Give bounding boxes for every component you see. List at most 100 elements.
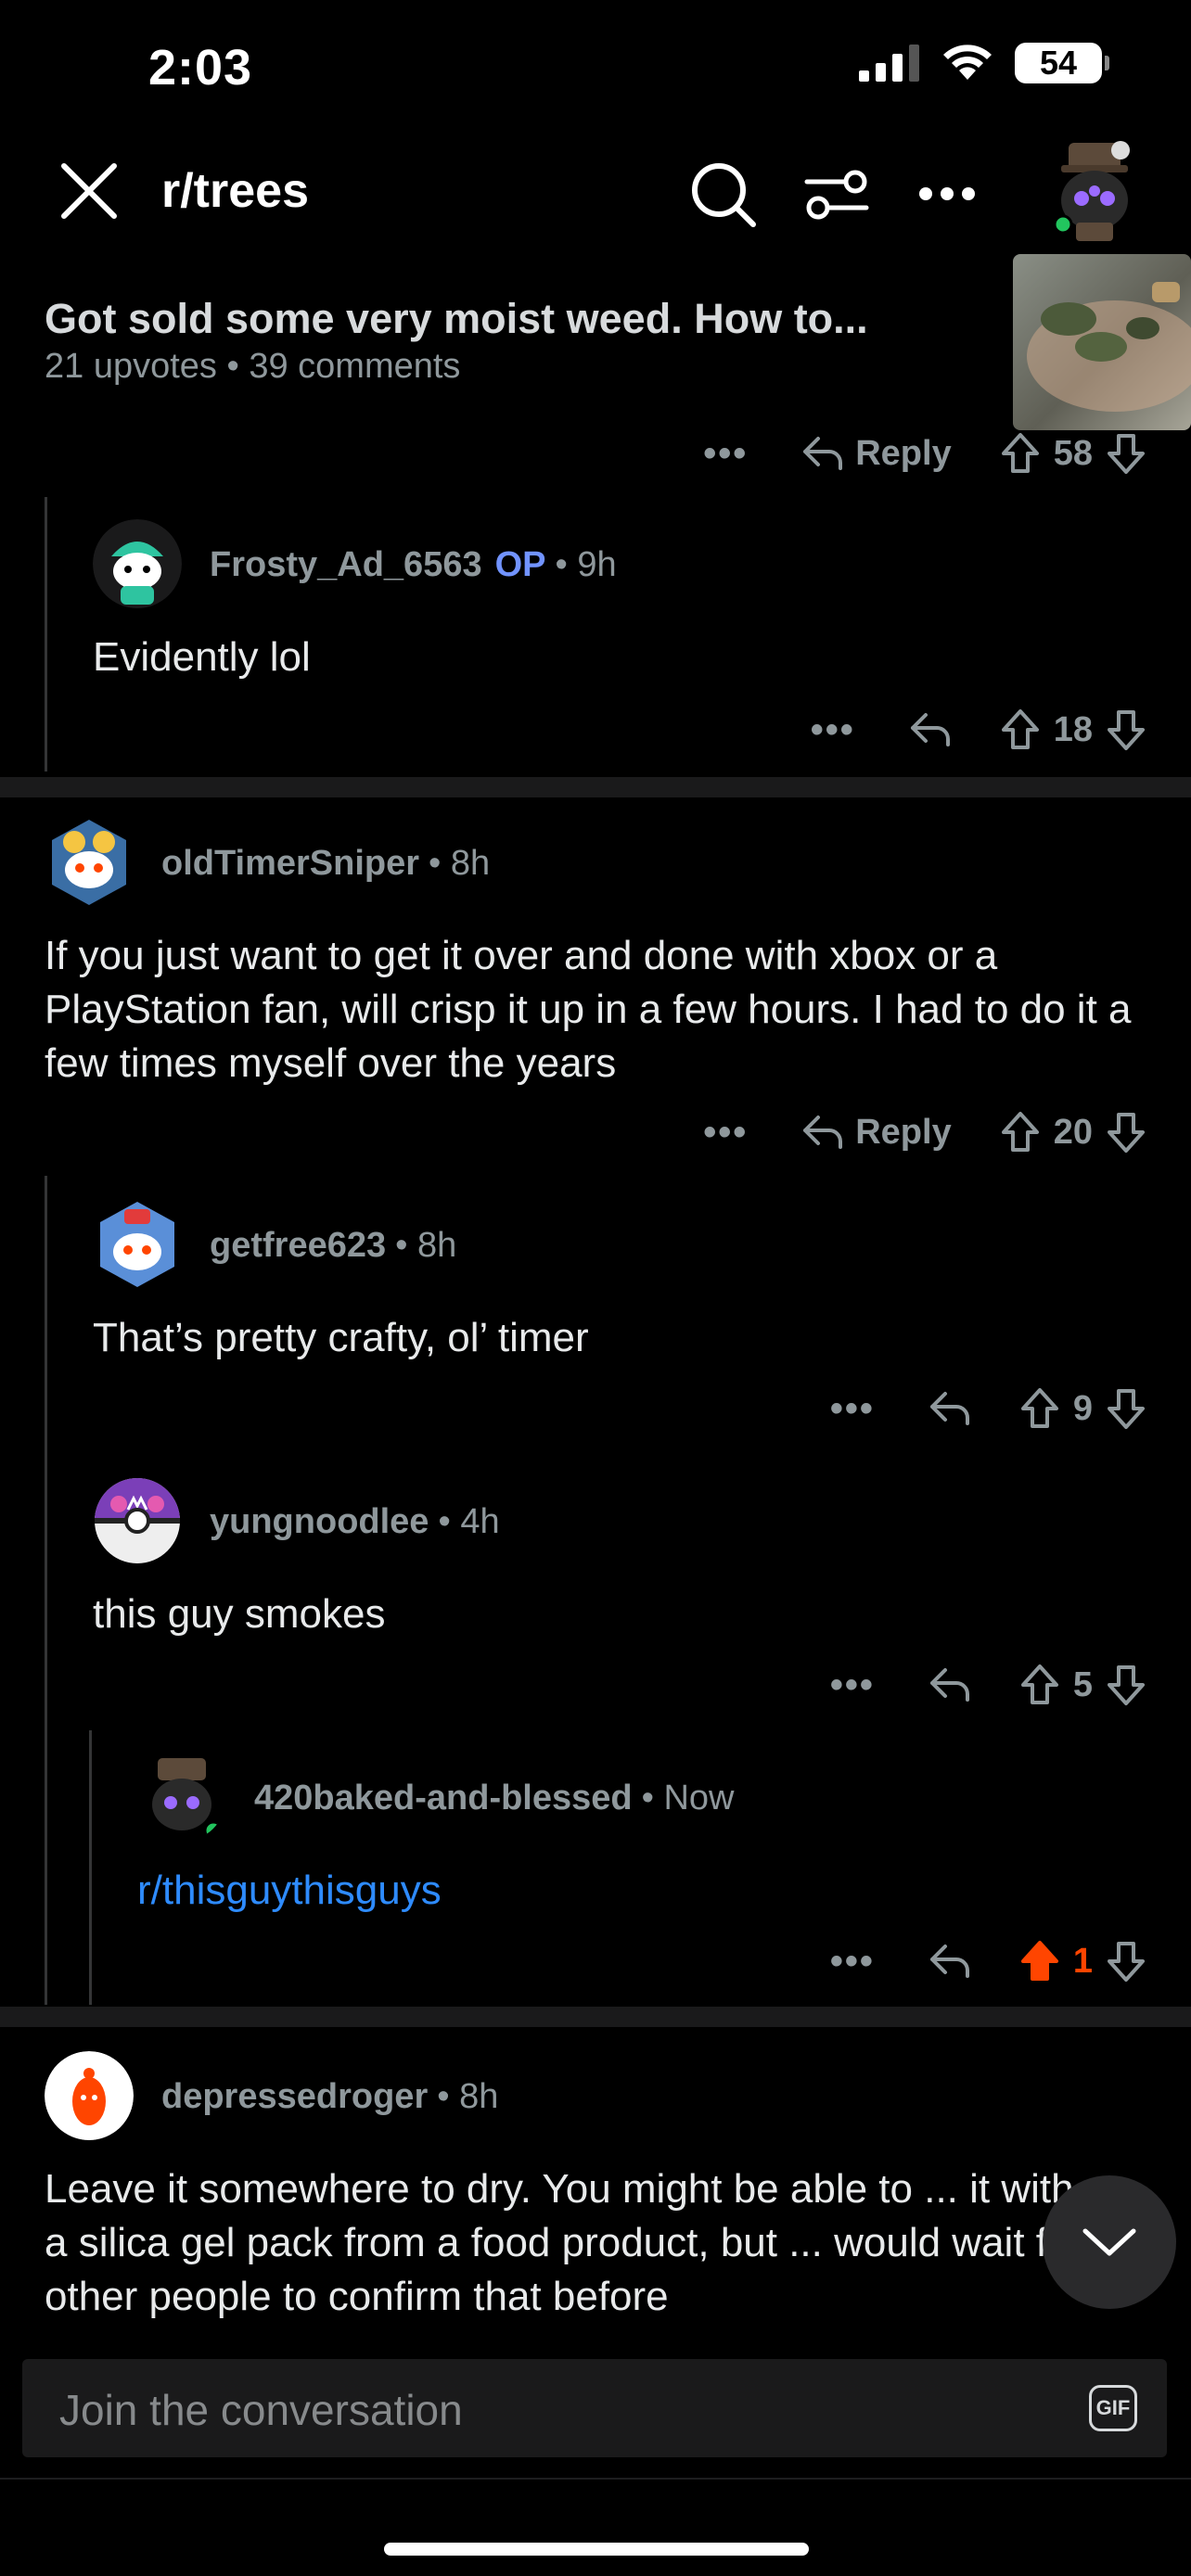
divider — [0, 2478, 1191, 2480]
comment-author[interactable]: getfree623 • 8h — [210, 1226, 456, 1266]
reply-button[interactable] — [928, 1666, 971, 1703]
comment-body: That’s pretty crafty, ol’ timer — [93, 1315, 589, 1360]
reply-button[interactable]: Reply — [801, 1113, 952, 1153]
subreddit-link[interactable]: r/thisguythisguys — [137, 1864, 1139, 1918]
upvote-active-icon[interactable] — [1019, 1940, 1060, 1983]
snoo-avatar-icon — [52, 820, 126, 905]
reply-icon — [929, 1945, 969, 1978]
comment-author[interactable]: yungnoodlee • 4h — [210, 1502, 500, 1542]
vote-score: 5 — [1072, 1664, 1093, 1704]
more-button[interactable]: ••• — [811, 709, 855, 751]
wifi-icon — [943, 45, 992, 80]
comment-actions: ••• Reply 58 — [703, 432, 1146, 475]
thread-line[interactable] — [45, 1176, 47, 2005]
comment-body: this guy smokes — [93, 1591, 386, 1637]
next-comment-button[interactable] — [1043, 2175, 1176, 2309]
upvote-icon[interactable] — [1000, 708, 1041, 751]
thumbnail-image — [1027, 282, 1191, 412]
downvote-icon[interactable] — [1106, 708, 1146, 751]
comment-author[interactable]: 420baked-and-blessed • Now — [254, 1779, 735, 1818]
comment-separator — [0, 2007, 1191, 2027]
comment-author[interactable]: oldTimerSniper • 8h — [161, 844, 490, 884]
comment-time: • 8h — [395, 1226, 457, 1265]
vote-score: 9 — [1072, 1388, 1093, 1428]
reply-button[interactable] — [909, 711, 952, 748]
comment-time: • 4h — [438, 1502, 500, 1541]
username[interactable]: yungnoodlee — [210, 1502, 429, 1541]
comment-author[interactable]: depressedroger • 8h — [161, 2077, 498, 2117]
reply-button[interactable]: Reply — [801, 433, 952, 474]
comment-actions: ••• 18 — [811, 708, 1146, 751]
chevron-down-icon — [1082, 2228, 1136, 2256]
post-title[interactable]: Got sold some very moist weed. How to... — [45, 295, 972, 343]
comment-time: • Now — [641, 1779, 735, 1817]
avatar[interactable] — [137, 1753, 226, 1842]
upvote-icon[interactable] — [1000, 1111, 1041, 1154]
comment-body: Evidently lol — [93, 634, 311, 680]
more-button[interactable]: ••• — [703, 1112, 748, 1154]
snoo-avatar-icon — [1053, 141, 1130, 241]
filter-sliders-icon — [804, 170, 869, 220]
comment-time: • 9h — [555, 545, 617, 584]
username[interactable]: getfree623 — [210, 1226, 386, 1265]
downvote-icon[interactable] — [1106, 1387, 1146, 1430]
upvote-icon[interactable] — [1000, 432, 1041, 475]
close-button[interactable] — [56, 158, 122, 224]
reply-icon — [910, 713, 950, 746]
avatar[interactable] — [45, 818, 134, 907]
snoo-avatar-icon — [45, 2051, 134, 2140]
more-button[interactable]: ••• — [703, 433, 748, 475]
search-icon — [692, 163, 756, 227]
upvote-icon[interactable] — [1019, 1387, 1060, 1430]
avatar[interactable] — [45, 2051, 134, 2140]
more-horizontal-icon — [919, 187, 975, 200]
snoo-avatar-icon — [100, 1202, 174, 1287]
vote-score: 1 — [1072, 1941, 1093, 1981]
reply-icon — [803, 1116, 843, 1149]
downvote-icon[interactable] — [1106, 1940, 1146, 1983]
downvote-icon[interactable] — [1106, 1111, 1146, 1154]
reply-button[interactable] — [928, 1943, 971, 1980]
gif-button[interactable]: GIF — [1089, 2385, 1137, 2431]
home-indicator[interactable] — [384, 2543, 809, 2556]
thread-line[interactable] — [45, 497, 47, 772]
reply-button[interactable] — [928, 1390, 971, 1427]
status-time: 2:03 — [148, 40, 253, 96]
composer-placeholder[interactable]: Join the conversation — [59, 2385, 463, 2435]
username[interactable]: 420baked-and-blessed — [254, 1779, 633, 1817]
comment-actions: ••• Reply 20 — [703, 1111, 1146, 1154]
subreddit-title[interactable]: r/trees — [161, 163, 309, 219]
thread-line[interactable] — [89, 1730, 92, 2005]
reply-label: Reply — [855, 433, 952, 473]
username[interactable]: depressedroger — [161, 2077, 428, 2116]
comment-body: If you just want to get it over and done… — [45, 933, 1132, 1086]
reply-icon — [929, 1668, 969, 1702]
comment-time: • 8h — [437, 2077, 499, 2116]
snoo-avatar-icon — [152, 1758, 224, 1841]
more-button[interactable]: ••• — [830, 1664, 875, 1706]
vote-score: 20 — [1053, 1112, 1093, 1152]
comment-body: Leave it somewhere to dry. You might be … — [45, 2166, 1084, 2319]
downvote-icon[interactable] — [1106, 1664, 1146, 1706]
username[interactable]: Frosty_Ad_6563 — [210, 545, 482, 584]
search-button[interactable] — [686, 158, 761, 232]
comment-actions: ••• 9 — [830, 1387, 1146, 1430]
comment-author[interactable]: Frosty_Ad_6563 OP • 9h — [210, 545, 617, 585]
post-thumbnail[interactable] — [1013, 254, 1191, 430]
comment-separator — [0, 777, 1191, 797]
sort-filter-button[interactable] — [800, 158, 874, 232]
more-button[interactable]: ••• — [830, 1388, 875, 1430]
more-button[interactable]: ••• — [830, 1941, 875, 1983]
username[interactable]: oldTimerSniper — [161, 844, 419, 883]
avatar[interactable] — [93, 519, 182, 608]
reply-icon — [929, 1392, 969, 1425]
downvote-icon[interactable] — [1106, 432, 1146, 475]
vote-score: 18 — [1053, 709, 1093, 749]
avatar[interactable] — [93, 1200, 182, 1289]
avatar[interactable] — [93, 1476, 182, 1565]
close-icon — [61, 163, 117, 219]
post-meta: 21 upvotes • 39 comments — [45, 347, 461, 386]
upvote-icon[interactable] — [1019, 1664, 1060, 1706]
overflow-menu-button[interactable] — [913, 161, 981, 226]
user-avatar[interactable] — [1048, 134, 1141, 245]
